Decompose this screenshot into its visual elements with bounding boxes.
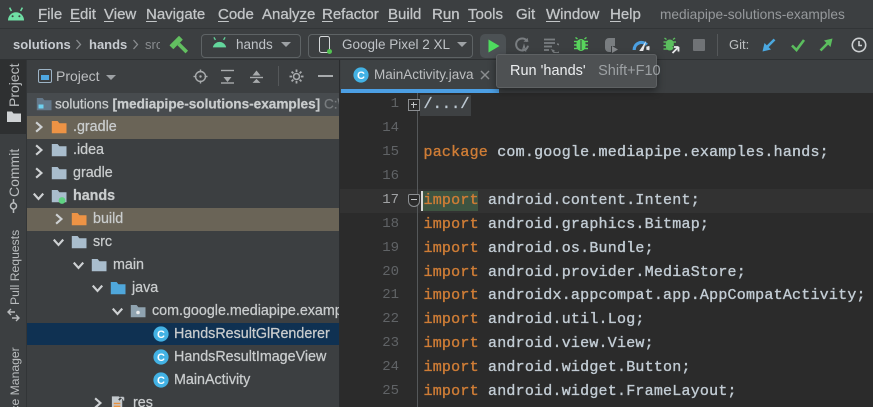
svg-text:C: C [157, 329, 165, 341]
svg-text:C: C [157, 375, 165, 387]
svg-text:C: C [157, 352, 165, 364]
svg-text:C: C [357, 70, 365, 82]
